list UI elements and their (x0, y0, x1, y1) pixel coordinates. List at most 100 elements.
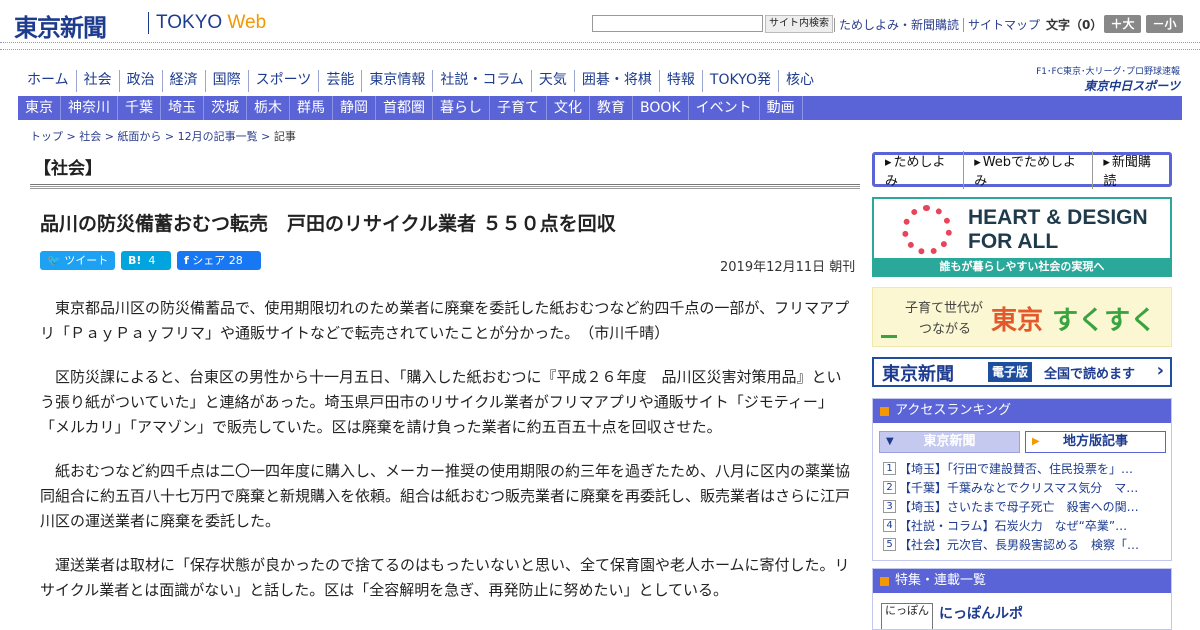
sukusuku-tagline-1: 子育て世代が (905, 301, 984, 316)
area-item-tochigi[interactable]: 栃木 (247, 96, 290, 120)
ranking-item[interactable]: 2 【千葉】千葉みなとでクリスマス気分 マ… (883, 478, 1165, 497)
area-item-chiba[interactable]: 千葉 (118, 96, 161, 120)
area-item-kyouiku[interactable]: 教育 (590, 96, 633, 120)
nav-item-tenki[interactable]: 天気 (530, 70, 574, 92)
breadcrumb-sep: > (63, 130, 80, 143)
promo-link-web-tameshiyomi[interactable]: ▸ Webでためしよみ (964, 150, 1094, 189)
area-item-tokyo[interactable]: 東京 (18, 96, 61, 120)
section-title: 【社会】 (34, 159, 102, 179)
area-item-event[interactable]: イベント (689, 96, 760, 120)
tokyo-sukusuku-banner[interactable]: 子育て世代が つながる 東京 すくすく (872, 287, 1172, 347)
font-size-minus-button[interactable]: －小 (1146, 15, 1183, 33)
nav-item-keizai[interactable]: 経済 (161, 70, 205, 92)
nav-item-tokyo-hatsu[interactable]: TOKYO発 (701, 70, 778, 92)
chevron-right-icon: › (1156, 360, 1164, 381)
font-size-plus-button[interactable]: ＋大 (1104, 15, 1141, 33)
nav-item-shasetsu[interactable]: 社説・コラム (432, 70, 531, 92)
ranking-title: アクセスランキング (895, 403, 1011, 418)
access-ranking-box: アクセスランキング ▼ 東京新聞 ▶ 地方版記事 1 【埼玉】「行田で建設賛否、住民投… (872, 398, 1172, 561)
ranking-tab-chihou[interactable]: ▶ 地方版記事 (1025, 431, 1166, 453)
nav-item-seiji[interactable]: 政治 (118, 70, 162, 92)
subscribe-promo-bar: ▸ ためしよみ ▸ Webでためしよみ ▸ 新聞購読 (872, 150, 1172, 189)
heart-banner-title: HEART & DESIGN FOR ALL (968, 206, 1148, 254)
font-size-label: 文字（0） (1046, 18, 1103, 32)
area-item-gunma[interactable]: 群馬 (290, 96, 333, 120)
hatena-count: 4 (148, 254, 156, 267)
area-item-ibaraki[interactable]: 茨城 (204, 96, 247, 120)
promo-link-label: ためしよみ (885, 154, 946, 189)
area-item-shizuoka[interactable]: 静岡 (333, 96, 376, 120)
facebook-share-button[interactable]: f シェア 28 (177, 251, 261, 270)
ranking-item[interactable]: 4 【社説・コラム】石炭火力 なぜ“卒業”… (883, 516, 1165, 535)
ranking-item[interactable]: 3 【埼玉】さいたまで母子死亡 殺害への関… (883, 497, 1165, 516)
site-search-input[interactable] (592, 15, 763, 32)
header-link-tameshiyomi[interactable]: ためしよみ・新聞購読 (834, 18, 964, 32)
area-item-book[interactable]: BOOK (633, 96, 689, 120)
nav-item-sports[interactable]: スポーツ (247, 70, 319, 92)
nav-item-igo-shogi[interactable]: 囲碁・将棋 (573, 70, 659, 92)
nav-item-kakushin[interactable]: 核心 (777, 70, 821, 92)
nav-item-shakai[interactable]: 社会 (75, 70, 119, 92)
header-link-sitemap[interactable]: サイトマップ (963, 18, 1045, 32)
feature-series-box: 特集・連載一覧 にっぽん にっぽんルポ (872, 568, 1172, 630)
breadcrumb-december[interactable]: 12月の記事一覧 (178, 130, 258, 143)
area-item-kurashi[interactable]: 暮らし (433, 96, 490, 120)
nav-item-home[interactable]: ホーム (20, 70, 76, 92)
ranking-item-text: 【社会】元次官、長男殺害認める 検察「… (899, 538, 1140, 552)
tweet-label: ツイート (64, 254, 109, 267)
promo-link-label: 新聞購読 (1103, 154, 1151, 189)
chunichi-line1: F1･FC東京･大リーグ･プロ野球速報 (1036, 67, 1180, 77)
ranking-tab-tokyo[interactable]: ▼ 東京新聞 (879, 431, 1020, 453)
promo-link-koudoku[interactable]: ▸ 新聞購読 (1093, 151, 1169, 189)
logo-sub-tokyo: TOKYO (156, 12, 228, 33)
nav-item-geinou[interactable]: 芸能 (318, 70, 361, 92)
site-logo[interactable]: 東京新聞 (14, 8, 107, 43)
denshiban-banner[interactable]: 東京新聞 電子版 全国で読めます › (872, 357, 1172, 387)
triangle-down-icon: ▼ (886, 436, 894, 447)
nav-item-tokuhou[interactable]: 特報 (658, 70, 702, 92)
sprout-icon (881, 316, 897, 338)
nippon-repo-thumbnail[interactable]: にっぽん (881, 603, 933, 629)
area-item-douga[interactable]: 動画 (760, 96, 803, 120)
breadcrumb-sep: > (101, 130, 118, 143)
breadcrumb-shimen[interactable]: 紙面から (117, 130, 161, 143)
nav-item-tokyo-info[interactable]: 東京情報 (361, 70, 432, 92)
heart-title-line2: FOR ALL (968, 230, 1059, 253)
logo-divider (148, 12, 149, 34)
breadcrumb-sep: > (257, 130, 274, 143)
triangle-right-icon: ▶ (1032, 436, 1040, 447)
area-item-bunka[interactable]: 文化 (547, 96, 590, 120)
area-item-kanagawa[interactable]: 神奈川 (61, 96, 118, 120)
flower-logo-icon (902, 205, 952, 255)
site-search-button[interactable]: サイト内検索 (765, 15, 833, 33)
ranking-tab-chihou-label: 地方版記事 (1062, 434, 1128, 449)
article-body: 東京都品川区の防災備蓄品で、使用期限切れのため業者に廃棄を委託した紙おむつなど約… (40, 296, 852, 622)
sukusuku-logo-tokyo: 東京 (991, 306, 1044, 336)
site-logo-sub[interactable]: TOKYO Web (156, 12, 266, 34)
ranking-list: 1 【埼玉】「行田で建設賛否、住民投票を」… 2 【千葉】千葉みなとでクリスマス気分… (883, 459, 1165, 554)
heart-design-banner[interactable]: HEART & DESIGN FOR ALL 誰もが暮らしやすい社会の実現へ (872, 197, 1172, 277)
promo-link-tameshiyomi[interactable]: ▸ ためしよみ (875, 150, 965, 189)
ranking-item[interactable]: 5 【社会】元次官、長男殺害認める 検察「… (883, 535, 1165, 554)
breadcrumb-top[interactable]: トップ (30, 130, 63, 143)
hatena-bookmark-button[interactable]: B! 4 (121, 251, 171, 270)
breadcrumb-shakai[interactable]: 社会 (79, 130, 101, 143)
heart-title-line1: HEART & DESIGN (968, 206, 1148, 229)
rank-number: 4 (883, 519, 896, 532)
area-item-saitama[interactable]: 埼玉 (161, 96, 204, 120)
chunichi-sports-banner[interactable]: F1･FC東京･大リーグ･プロ野球速報 東京中日スポーツ (1024, 64, 1180, 94)
nippon-repo-link[interactable]: にっぽんルポ (939, 603, 1023, 623)
header-divider (0, 42, 1200, 50)
tweet-button[interactable]: 🐦 ツイート (40, 251, 115, 270)
twitter-bird-icon: 🐦 (47, 254, 61, 267)
denshiban-badge: 電子版 (988, 362, 1033, 382)
area-item-shutoken[interactable]: 首都圏 (376, 96, 433, 120)
square-bullet-icon (880, 577, 889, 586)
breadcrumb: トップ > 社会 > 紙面から > 12月の記事一覧 > 記事 (30, 128, 296, 144)
facebook-share-label: シェア (192, 254, 226, 267)
ranking-item[interactable]: 1 【埼玉】「行田で建設賛否、住民投票を」… (883, 459, 1165, 478)
ranking-header: アクセスランキング (873, 399, 1171, 423)
ranking-tab-tokyo-label: 東京新聞 (923, 434, 976, 449)
nav-item-kokusai[interactable]: 国際 (204, 70, 248, 92)
area-item-kosodate[interactable]: 子育て (490, 96, 547, 120)
